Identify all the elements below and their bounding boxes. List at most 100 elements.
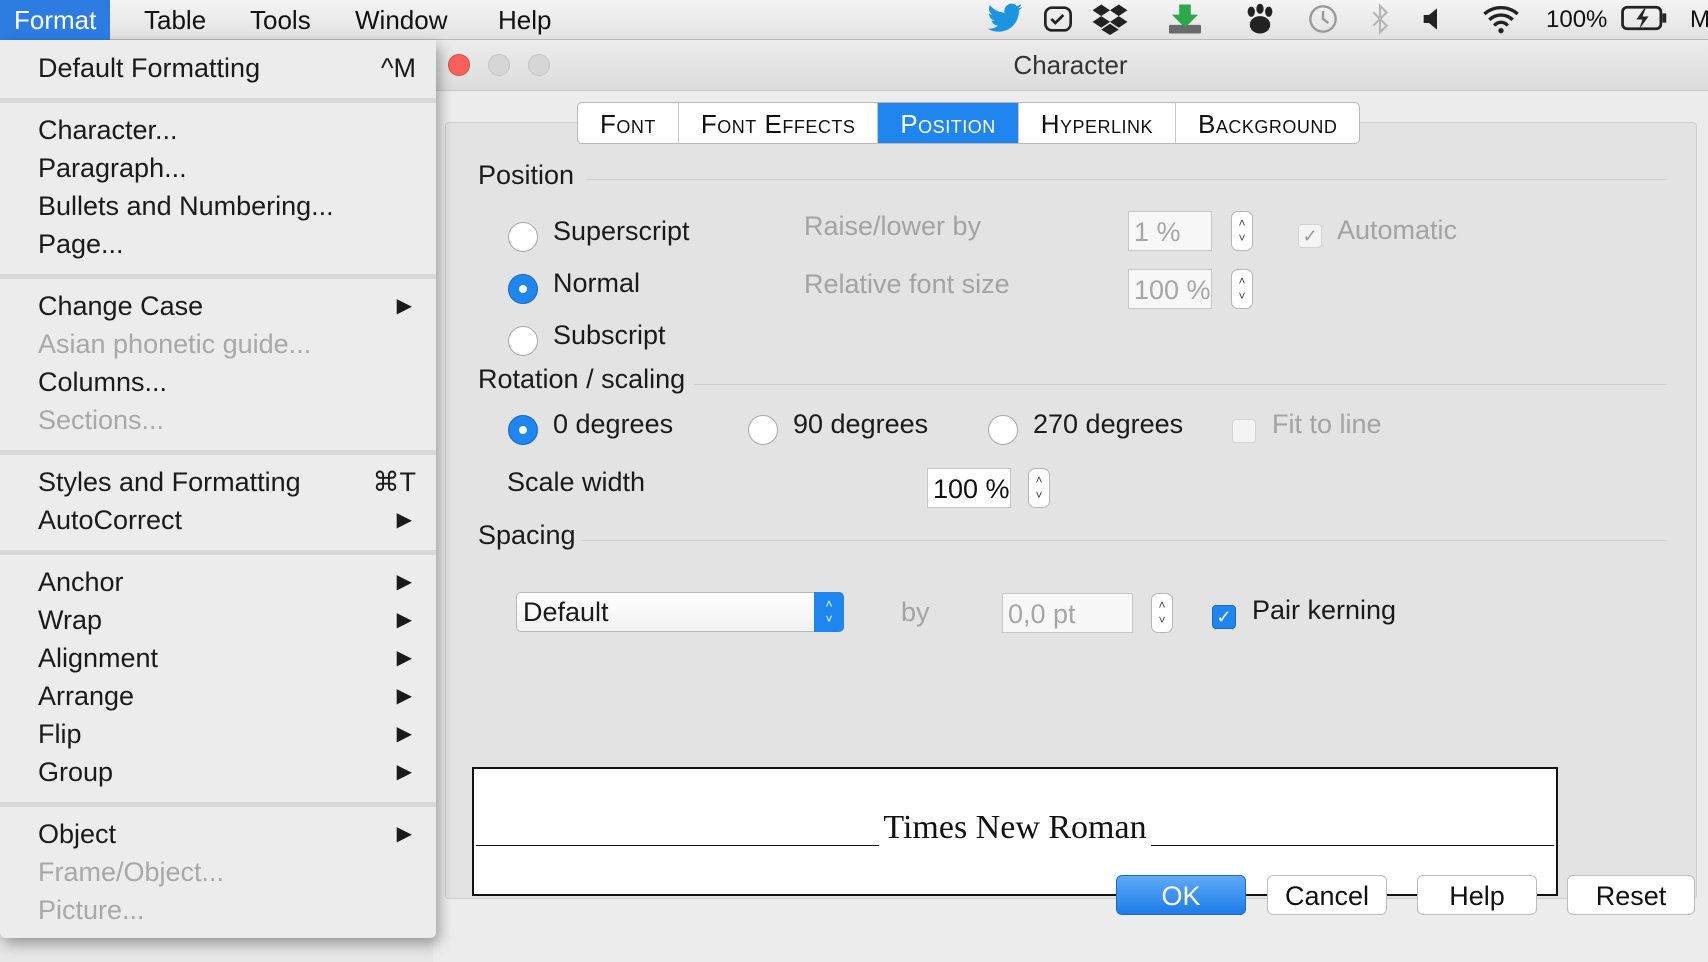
submenu-arrow-icon: ▶ [396,647,412,669]
wrap-label: Wrap [38,605,103,635]
menu-table[interactable]: Table [130,0,220,40]
relative-size-stepper[interactable]: ˄ ˅ [1231,269,1253,309]
submenu-arrow-icon: ▶ [396,609,412,631]
scale-width-stepper[interactable]: ˄ ˅ [1028,468,1050,508]
volume-icon[interactable] [1418,3,1448,37]
subscript-label[interactable]: Subscript [553,320,666,351]
rotation-270-label[interactable]: 270 degrees [1033,409,1183,440]
submenu-arrow-icon: ▶ [396,571,412,593]
styles-formatting-shortcut: ⌘T [372,467,417,497]
menu-item-change-case[interactable]: Change Case ▶ [38,288,416,324]
tab-font[interactable]: Font [578,103,679,143]
user-initial[interactable]: M [1690,0,1708,40]
menu-item-autocorrect[interactable]: AutoCorrect ▶ [38,502,416,538]
paw-icon[interactable] [1240,3,1280,37]
default-formatting-label: Default Formatting [38,53,261,83]
tab-background[interactable]: Background [1176,103,1359,143]
menu-item-page[interactable]: Page... [38,226,416,262]
object-label: Object [38,819,117,849]
tab-position[interactable]: Position [878,103,1019,143]
submenu-arrow-icon: ▶ [396,723,412,745]
pair-kerning-checkbox[interactable]: ✓ [1212,605,1236,629]
ok-button[interactable]: OK [1116,875,1246,915]
menu-item-bullets-numbering[interactable]: Bullets and Numbering... [38,188,416,224]
raise-lower-stepper[interactable]: ˄ ˅ [1231,211,1253,251]
menu-item-wrap[interactable]: Wrap ▶ [38,602,416,638]
arrange-label: Arrange [38,681,135,711]
menu-item-asian-phonetic: Asian phonetic guide... [38,329,312,359]
menu-separator [0,450,436,455]
submenu-arrow-icon: ▶ [396,295,412,317]
menu-item-group[interactable]: Group ▶ [38,754,416,790]
wifi-icon[interactable] [1479,3,1523,37]
tab-font-effects[interactable]: Font Effects [679,103,879,143]
submenu-arrow-icon: ▶ [396,509,412,531]
font-preview: Times New Roman [472,767,1558,896]
reset-button[interactable]: Reset [1567,875,1695,915]
autocorrect-label: AutoCorrect [38,505,183,535]
bluetooth-icon[interactable] [1365,3,1395,37]
preview-text: Times New Roman [879,809,1151,846]
rotation-90-radio[interactable] [748,415,778,445]
spacing-mode-select[interactable]: Default ˄ ˅ [516,592,844,632]
rotation-90-label[interactable]: 90 degrees [793,409,928,440]
dialog-titlebar: Character [433,40,1708,91]
menu-item-paragraph[interactable]: Paragraph... [38,150,416,186]
subscript-radio[interactable] [508,326,538,356]
spacing-by-stepper[interactable]: ˄ ˅ [1151,593,1173,633]
menu-item-anchor[interactable]: Anchor ▶ [38,564,416,600]
scale-width-field[interactable]: 100 % [927,468,1011,508]
group-label: Group [38,757,114,787]
relative-size-field[interactable]: 100 % [1128,269,1212,309]
download-icon[interactable] [1165,3,1205,37]
time-machine-icon[interactable] [1303,3,1343,37]
tab-hyperlink[interactable]: Hyperlink [1019,103,1177,143]
menu-window[interactable]: Window [341,0,461,40]
menu-item-styles-formatting[interactable]: Styles and Formatting ⌘T [38,464,416,500]
menu-item-flip[interactable]: Flip ▶ [38,716,416,752]
menu-tools[interactable]: Tools [236,0,325,40]
menu-item-alignment[interactable]: Alignment ▶ [38,640,416,676]
scale-width-label: Scale width [507,467,646,497]
menu-item-object[interactable]: Object ▶ [38,816,416,852]
menu-item-default-formatting[interactable]: Default Formatting ^M [38,50,416,86]
raise-lower-field[interactable]: 1 % [1128,211,1212,251]
pair-kerning-label[interactable]: Pair kerning [1252,595,1396,626]
rotation-270-radio[interactable] [988,415,1018,445]
normal-radio[interactable] [508,274,538,304]
fit-to-line-checkbox[interactable] [1232,419,1256,443]
automatic-label: Automatic [1337,215,1458,245]
menu-item-arrange[interactable]: Arrange ▶ [38,678,416,714]
superscript-radio[interactable] [508,222,538,252]
cancel-button[interactable]: Cancel [1267,875,1387,915]
battery-percent: 100% [1546,6,1608,33]
rotation-0-label[interactable]: 0 degrees [553,409,673,440]
menu-item-columns[interactable]: Columns... [38,364,416,400]
todo-icon[interactable] [1040,3,1076,37]
normal-label[interactable]: Normal [553,268,640,299]
menu-format[interactable]: Format [0,0,111,40]
superscript-label[interactable]: Superscript [553,216,690,247]
format-menu: Default Formatting ^M Character... Parag… [0,40,436,938]
menu-help[interactable]: Help [484,0,565,40]
automatic-checkbox[interactable]: ✓ [1298,224,1322,248]
dropbox-icon[interactable] [1090,3,1130,37]
tab-bar: Font Font Effects Position Hyperlink Bac… [577,102,1361,144]
section-title-rotation: Rotation / scaling [478,364,686,394]
twitter-icon[interactable] [985,3,1025,37]
rotation-0-radio[interactable] [508,415,538,445]
raise-lower-label: Raise/lower by [804,211,982,241]
anchor-label: Anchor [38,567,124,597]
relative-size-label: Relative font size [804,269,1010,299]
spacing-by-field[interactable]: 0,0 pt [1002,593,1133,633]
spacing-by-label: by [901,597,930,627]
section-divider [694,384,1667,385]
menu-separator [0,98,436,103]
menu-item-character[interactable]: Character... [38,112,416,148]
character-dialog: Character Position Superscript Normal Su… [433,40,1708,962]
help-button[interactable]: Help [1417,875,1537,915]
submenu-arrow-icon: ▶ [396,823,412,845]
submenu-arrow-icon: ▶ [396,685,412,707]
battery-icon[interactable] [1620,3,1668,37]
fit-to-line-label: Fit to line [1272,409,1382,439]
